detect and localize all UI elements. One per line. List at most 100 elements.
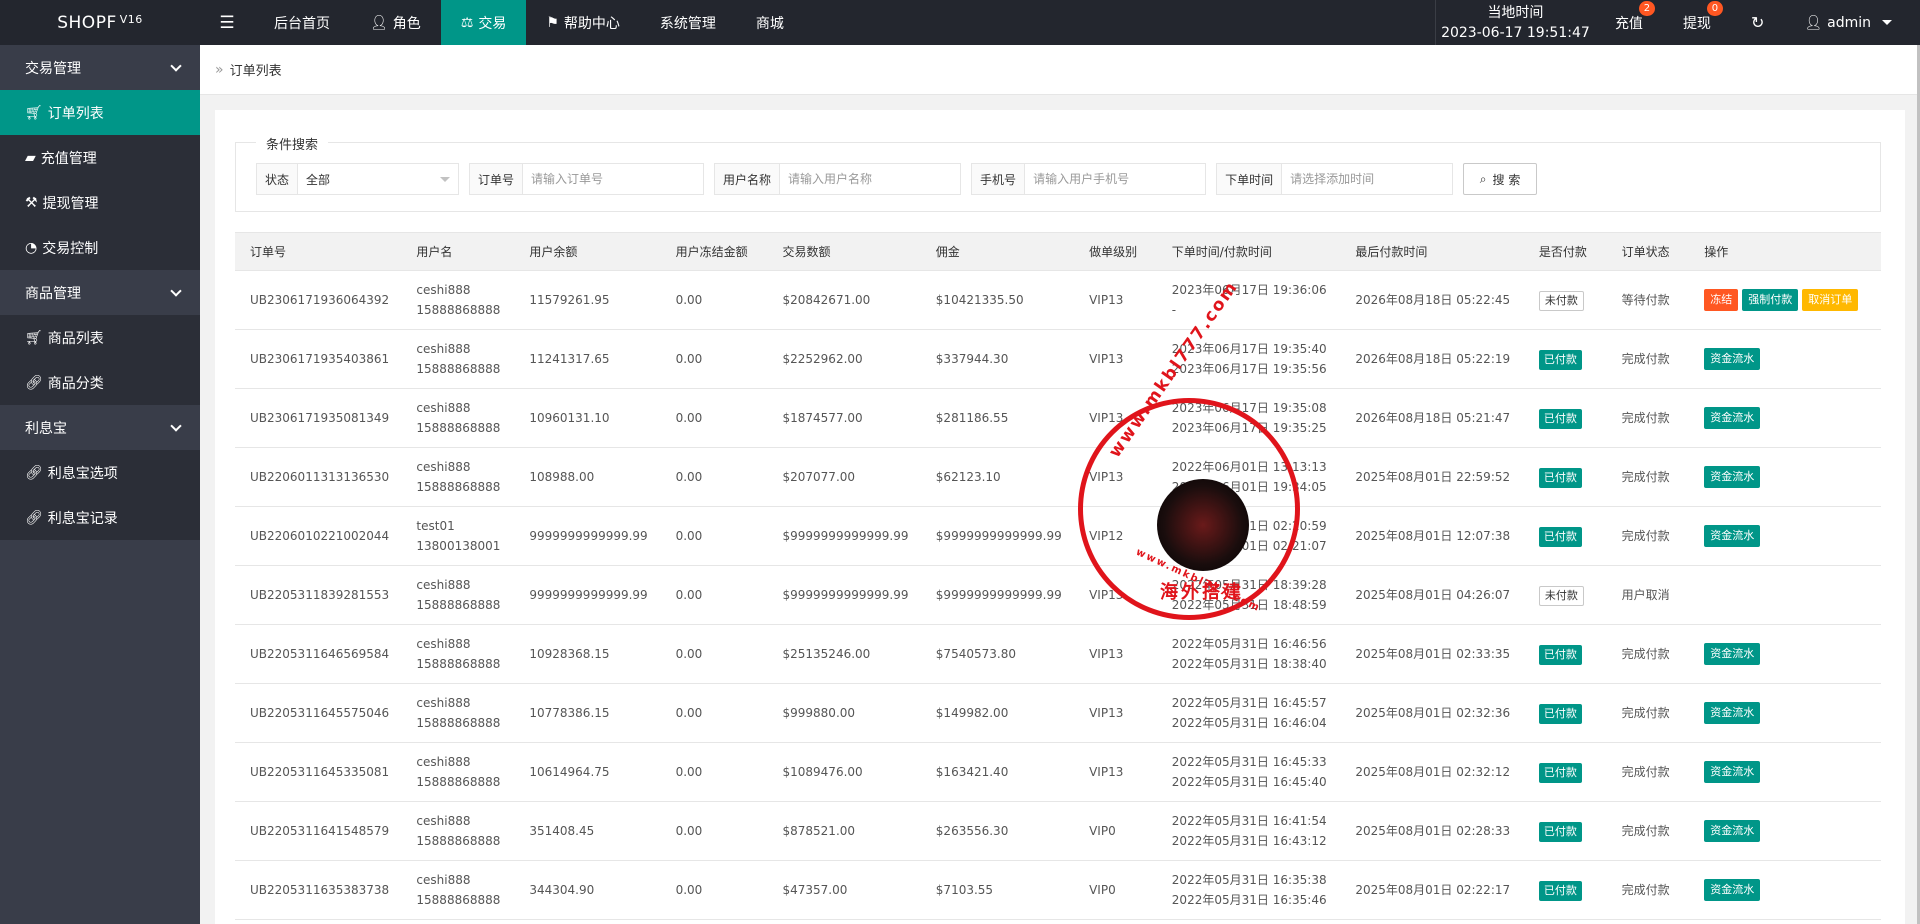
sidebar-group-interest[interactable]: 利息宝 [0, 405, 200, 450]
table-body: UB2306171936064392 ceshi888 15888868888 115… [235, 270, 1881, 920]
order-status: 完成付款 [1621, 470, 1670, 484]
link-icon: 🔗︎ [25, 464, 43, 481]
order-status: 完成付款 [1621, 706, 1670, 720]
table-row: UB2306171936064392 ceshi888 15888868888 115… [235, 270, 1881, 330]
table-cell: $207077.00 [767, 447, 921, 507]
table-cell: $10421335.50 [920, 270, 1075, 330]
sidebar-group-trade[interactable]: 交易管理 [0, 45, 200, 90]
nav-item-help[interactable]: ⚑ 帮助中心 [526, 0, 640, 45]
table-cell: 2022年05月31日 16:35:38 2022年05月31日 16:35:46 [1156, 860, 1341, 920]
fund-flow-button[interactable]: 资金流水 [1704, 879, 1761, 901]
sidebar-group-goods[interactable]: 商品管理 [0, 270, 200, 315]
user-phone: 13800138001 [416, 539, 501, 553]
fund-flow-button[interactable]: 资金流水 [1704, 466, 1761, 488]
nav-item-mall[interactable]: 商城 [736, 0, 804, 45]
last-pay-time: 2025年08月01日 02:22:17 [1355, 883, 1511, 897]
table-cell: 已付款 [1523, 742, 1607, 802]
app-logo[interactable]: SHOPF V16 [0, 0, 200, 45]
nav-item-system[interactable]: 系统管理 [640, 0, 736, 45]
table-cell: 已付款 [1523, 860, 1607, 920]
table-cell: 10778386.15 [514, 683, 661, 743]
table-cell: UB2206010221002044 [235, 506, 402, 566]
chevron-down-icon [1882, 20, 1892, 25]
username: ceshi888 [416, 283, 471, 297]
table-cell: 完成付款 [1606, 742, 1690, 802]
pay-time: 2022年06月01日 02:21:07 [1171, 539, 1327, 553]
vip-level: VIP12 [1089, 529, 1124, 543]
recharge-link[interactable]: 充值 2 [1595, 0, 1663, 45]
sidebar-item-recharge[interactable]: ▰ 充值管理 [0, 135, 200, 180]
table-row: UB2306171935081349 ceshi888 15888868888 109… [235, 388, 1881, 448]
nav-item-home[interactable]: 后台首页 [254, 0, 350, 45]
pay-time: - [1171, 303, 1177, 317]
order-time: 2023年06月17日 19:35:08 [1171, 401, 1327, 415]
freeze-button[interactable]: 冻结 [1704, 289, 1739, 311]
phone-input[interactable] [1025, 164, 1206, 194]
order-input[interactable] [523, 164, 704, 194]
column-header: 操作 [1689, 232, 1881, 271]
nav-label: 交易 [478, 15, 507, 32]
fund-flow-button[interactable]: 资金流水 [1704, 525, 1761, 547]
table-cell: VIP13 [1074, 388, 1157, 448]
user-menu[interactable]: 👤︎ admin [1784, 0, 1920, 45]
order-number: UB2205311839281553 [250, 588, 390, 602]
table-row: UB2205311646569584 ceshi888 15888868888 109… [235, 624, 1881, 684]
sidebar-item-withdraw[interactable]: ⚒ 提现管理 [0, 180, 200, 225]
sidebar-group-label: 商品管理 [25, 285, 81, 302]
table-cell: 资金流水 [1689, 860, 1881, 920]
table-cell: 资金流水 [1689, 683, 1881, 743]
commission: $163421.40 [935, 765, 1009, 779]
sidebar-item-order-list[interactable]: 🛒︎ 订单列表 [0, 90, 200, 135]
table-cell: $1874577.00 [767, 388, 921, 448]
table-cell: 2023年06月17日 19:36:06 - [1156, 270, 1341, 330]
user-balance: 9999999999999.99 [529, 529, 648, 543]
pay-time: 2022年05月31日 18:38:40 [1171, 657, 1327, 671]
fund-flow-button[interactable]: 资金流水 [1704, 407, 1761, 429]
withdraw-badge: 0 [1706, 1, 1723, 16]
frozen-amount: 0.00 [675, 883, 703, 897]
nav-label: 商城 [755, 15, 784, 32]
sidebar-item-goods-list[interactable]: 🛒︎ 商品列表 [0, 315, 200, 360]
nav-item-trade[interactable]: ⚖︎ 交易 [440, 0, 527, 45]
sidebar-item-interest-records[interactable]: 🔗︎ 利息宝记录 [0, 495, 200, 540]
order-number: UB2205311645335081 [250, 765, 390, 779]
fund-flow-button[interactable]: 资金流水 [1704, 643, 1761, 665]
vip-level: VIP13 [1089, 293, 1124, 307]
sidebar-item-goods-category[interactable]: 🔗︎ 商品分类 [0, 360, 200, 405]
table-cell: ceshi888 15888868888 [401, 329, 515, 389]
table-cell: VIP12 [1074, 506, 1157, 566]
sidebar-item-trade-control[interactable]: ◔ 交易控制 [0, 225, 200, 270]
nav-item-role[interactable]: 👤︎ 角色 [350, 0, 441, 45]
cancel-order-button[interactable]: 取消订单 [1802, 289, 1859, 311]
order-number: UB2206011313136530 [250, 470, 390, 484]
fund-flow-button[interactable]: 资金流水 [1704, 348, 1761, 370]
sidebar-item-interest-options[interactable]: 🔗︎ 利息宝选项 [0, 450, 200, 495]
last-pay-time: 2025年08月01日 02:32:12 [1355, 765, 1511, 779]
withdraw-link[interactable]: 提现 0 [1663, 0, 1731, 45]
fund-flow-button[interactable]: 资金流水 [1704, 820, 1761, 842]
table-cell: 0.00 [660, 447, 768, 507]
trade-amount: $999880.00 [782, 706, 856, 720]
commission: $10421335.50 [935, 293, 1024, 307]
fund-flow-button[interactable]: 资金流水 [1704, 761, 1761, 783]
table-cell: 完成付款 [1606, 860, 1690, 920]
force-pay-button[interactable]: 强制付款 [1742, 289, 1799, 311]
username-input[interactable] [780, 164, 961, 194]
order-status: 完成付款 [1621, 411, 1670, 425]
user-phone: 15888868888 [416, 303, 501, 317]
time-input[interactable] [1282, 164, 1453, 194]
top-nav: 后台首页 👤︎ 角色 ⚖︎ 交易 ⚑ 帮助中心 系统管理 商城 [254, 0, 804, 45]
hammer-icon: ⚒ [25, 194, 38, 211]
last-pay-time: 2026年08月18日 05:21:47 [1355, 411, 1511, 425]
refresh-icon[interactable]: ↻ [1731, 0, 1784, 45]
fund-flow-button[interactable]: 资金流水 [1704, 702, 1761, 724]
last-pay-time: 2025年08月01日 12:07:38 [1355, 529, 1511, 543]
search-button[interactable]: ⌕ 搜 索 [1463, 163, 1538, 195]
trade-amount: $2252962.00 [782, 352, 863, 366]
menu-toggle-icon[interactable]: ☰ [200, 0, 254, 45]
trade-amount: $1874577.00 [782, 411, 863, 425]
table-cell: $263556.30 [920, 801, 1075, 861]
table-cell: $9999999999999.99 [920, 565, 1075, 625]
status-select[interactable]: 全部 [298, 164, 458, 194]
commission: $263556.30 [935, 824, 1009, 838]
